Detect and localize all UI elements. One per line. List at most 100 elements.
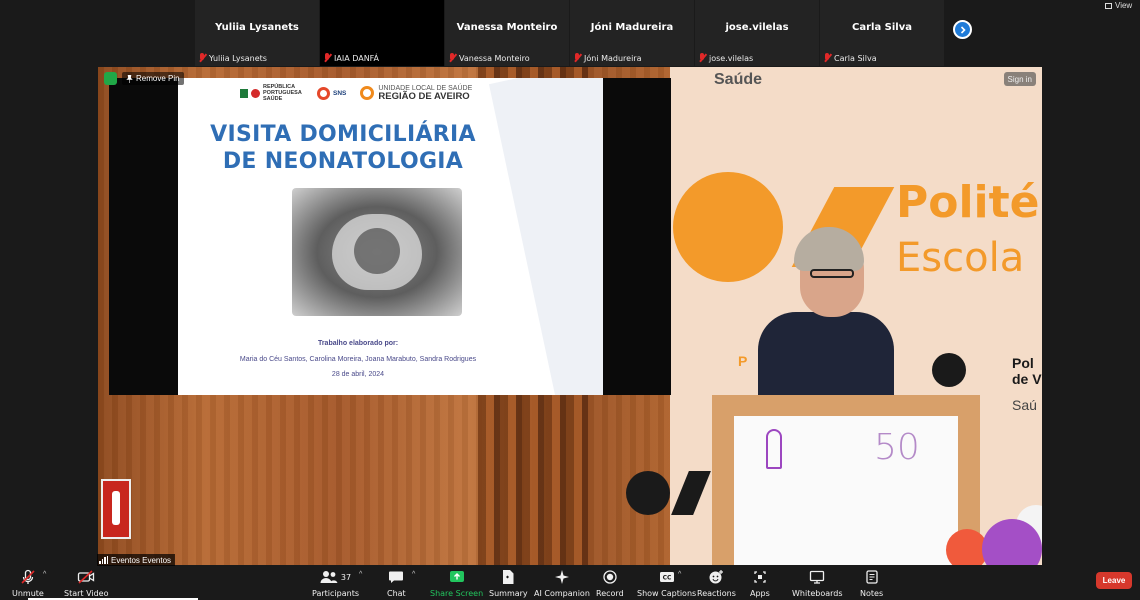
uls-line-2: REGIÃO DE AVEIRO (378, 90, 470, 102)
brand-mid-line-1: Pol (1012, 355, 1034, 371)
participants-icon: 37 (320, 568, 351, 586)
start-video-button[interactable]: Start Video (64, 568, 109, 598)
mic-muted-icon (323, 53, 331, 63)
apps-label: Apps (750, 589, 770, 598)
whiteboards-button[interactable]: Whiteboards (792, 568, 843, 598)
start-video-label: Start Video (64, 589, 109, 598)
notes-button[interactable]: Notes (860, 568, 883, 598)
reactions-label: Reactions (697, 589, 736, 598)
participant-name: jose.vilelas (725, 22, 789, 33)
leave-button[interactable]: Leave (1096, 572, 1132, 589)
show-captions-button[interactable]: CC Show Captions (637, 568, 696, 598)
share-screen-icon (449, 568, 465, 586)
slide-border-right (602, 78, 671, 395)
sns-logo-text: SNS (333, 89, 347, 97)
speaker-glasses (810, 269, 854, 278)
record-label: Record (596, 589, 624, 598)
reactions-button[interactable]: Reactions (697, 568, 736, 598)
participant-label: Yuliia Lysanets (198, 52, 267, 64)
meeting-toolbar: Unmute ^ Start Video 37 Participants ^ C… (0, 566, 1140, 600)
whiteboards-label: Whiteboards (792, 589, 843, 598)
ai-companion-button[interactable]: AI Companion (534, 568, 590, 598)
summary-label: Summary (489, 589, 528, 598)
participant-label-text: Vanessa Monteiro (459, 53, 530, 63)
summary-button[interactable]: Summary (489, 568, 528, 598)
reactions-icon (708, 568, 724, 586)
participant-tile[interactable]: Yuliia Lysanets Yuliia Lysanets (195, 0, 319, 66)
participant-label-text: Carla Silva (834, 53, 877, 63)
sign-in-button[interactable]: Sign in (1003, 72, 1036, 86)
notes-label: Notes (860, 589, 884, 598)
hands-photo (292, 188, 462, 316)
view-button[interactable]: View (1105, 1, 1132, 10)
participant-name: Vanessa Monteiro (456, 22, 558, 33)
audio-options-caret[interactable]: ^ (43, 571, 46, 578)
participant-tile[interactable]: Carla Silva Carla Silva (820, 0, 944, 66)
next-page-button[interactable] (953, 20, 972, 39)
zoom-meeting-window: Yuliia Lysanets Yuliia Lysanets IAIA DAN… (0, 0, 1140, 600)
remove-pin-button[interactable]: Remove Pin (122, 72, 184, 85)
summary-icon (501, 568, 515, 586)
sparkle-icon (554, 568, 570, 586)
brand-dark-circle (932, 353, 966, 387)
slide-logos: REPÚBLICA PORTUGUESA SAÚDE SNS UNIDADE L… (240, 84, 472, 102)
podium-number: 50 (874, 427, 920, 468)
uls-logo: UNIDADE LOCAL DE SAÚDE REGIÃO DE AVEIRO (360, 85, 472, 102)
fire-extinguisher-sign (101, 479, 131, 539)
mic-muted-icon (573, 53, 581, 63)
participant-tile[interactable]: jose.vilelas jose.vilelas (695, 0, 819, 66)
brand-politecnico-text: Polité (896, 177, 1040, 228)
flag-green-icon (240, 88, 248, 98)
participant-label: IAIA DANFÁ (323, 52, 379, 64)
remove-pin-label: Remove Pin (136, 74, 180, 83)
participant-strip: Yuliia Lysanets Yuliia Lysanets IAIA DAN… (195, 0, 947, 66)
view-label: View (1115, 1, 1133, 10)
mic-muted-icon (698, 53, 706, 63)
apps-button[interactable]: Apps (750, 568, 770, 598)
brand-small-text: P (738, 353, 748, 369)
brand-orange-circle (673, 172, 783, 282)
participant-label-text: Yuliia Lysanets (209, 53, 267, 63)
flag-red-icon (251, 88, 260, 98)
participant-label-text: Jóni Madureira (584, 53, 642, 63)
unmute-button[interactable]: Unmute (12, 568, 44, 598)
uls-logo-text: UNIDADE LOCAL DE SAÚDE REGIÃO DE AVEIRO (378, 85, 472, 102)
participant-tile[interactable]: Vanessa Monteiro Vanessa Monteiro (445, 0, 569, 66)
record-button[interactable]: Record (596, 568, 624, 598)
speaker-name-label: Eventos Eventos (111, 555, 172, 565)
brand-dark-circle-bottom (626, 471, 670, 515)
main-video-feed[interactable]: Saúde Polité Escola P Pol de V Saú 50 RE… (98, 67, 1042, 565)
participant-tile[interactable]: Jóni Madureira Jóni Madureira (570, 0, 694, 66)
republica-logo-text: REPÚBLICA PORTUGUESA SAÚDE (263, 84, 302, 102)
brand-escola-text: Escola (896, 235, 1025, 281)
participants-label: Participants (312, 589, 359, 598)
uls-circle-icon (360, 86, 375, 100)
security-shield-icon[interactable] (104, 72, 117, 85)
chat-button[interactable]: Chat (387, 568, 406, 598)
participant-label: Vanessa Monteiro (448, 52, 530, 64)
captions-caret[interactable]: ^ (678, 571, 681, 578)
signal-strength-icon (99, 556, 108, 564)
participants-caret[interactable]: ^ (359, 571, 362, 578)
mic-muted-icon (823, 53, 831, 63)
participant-tile[interactable]: IAIA DANFÁ (320, 0, 444, 66)
participant-label-text: jose.vilelas (709, 53, 754, 63)
participant-name: Jóni Madureira (590, 22, 674, 33)
participants-button[interactable]: 37 Participants (312, 568, 359, 598)
share-screen-button[interactable]: Share Screen (430, 568, 483, 598)
video-off-icon (77, 568, 95, 586)
pin-icon (126, 74, 133, 83)
apps-icon (753, 568, 767, 586)
mic-muted-icon (198, 53, 206, 63)
participant-label: jose.vilelas (698, 52, 753, 64)
speaker-name-tag: Eventos Eventos (97, 554, 176, 566)
chat-icon (388, 568, 404, 586)
chat-caret[interactable]: ^ (412, 571, 415, 578)
participant-name: Carla Silva (852, 22, 912, 33)
chevron-right-icon (960, 25, 966, 34)
record-icon (603, 568, 617, 586)
participant-label: Jóni Madureira (573, 52, 642, 64)
mic-muted-icon (448, 53, 456, 63)
republica-logo: REPÚBLICA PORTUGUESA SAÚDE (240, 84, 303, 102)
slide-title: VISITA DOMICILIÁRIA DE NEONATOLOGIA (178, 121, 508, 175)
